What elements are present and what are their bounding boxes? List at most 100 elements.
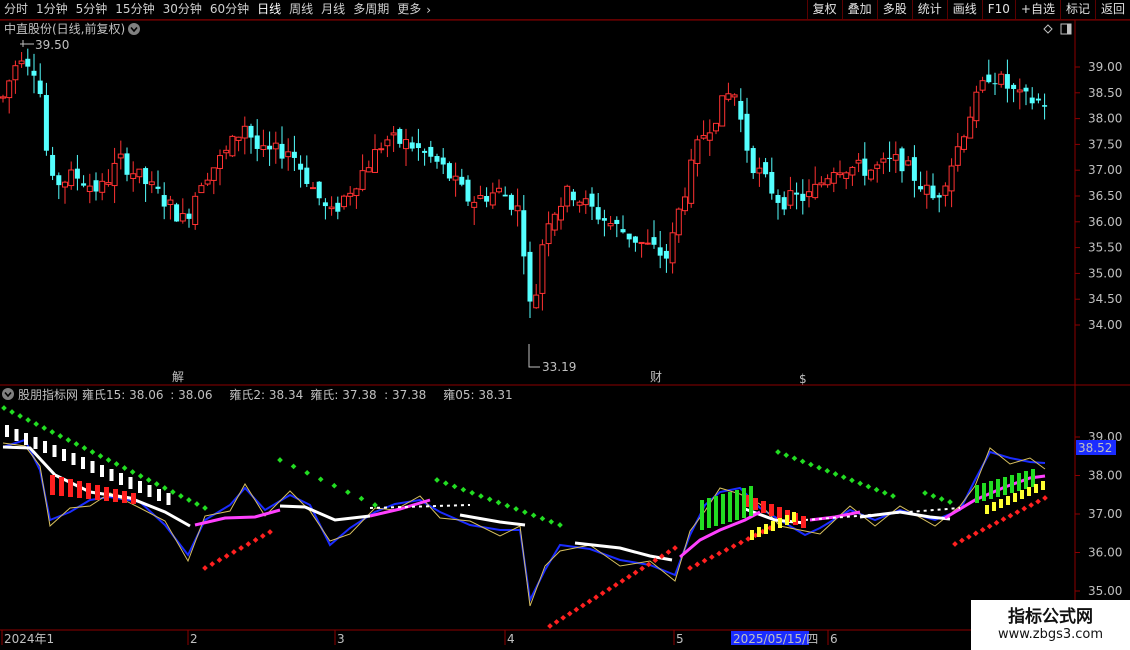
candle-body <box>601 218 607 221</box>
stock-title: 中直股份(日线,前复权) <box>4 21 125 36</box>
chevron-down-icon[interactable] <box>2 388 14 400</box>
white-bar <box>147 485 152 497</box>
low-annotation: 33.19 <box>528 344 576 374</box>
candle-body <box>750 148 756 174</box>
red-dot-trail <box>694 561 701 568</box>
green-dot-trail <box>539 515 546 522</box>
candle-body <box>892 154 899 161</box>
green-dot-trail <box>277 457 283 463</box>
green-dot-trail <box>304 470 310 476</box>
candle-body <box>446 163 452 179</box>
yellow-bar <box>985 505 989 514</box>
candle-body <box>179 213 186 222</box>
red-dot-trail <box>209 561 216 567</box>
candle-body <box>86 185 93 193</box>
red-dot-trail <box>566 610 573 617</box>
candle-body <box>117 153 124 159</box>
candle-body <box>713 122 719 132</box>
red-dot-trail <box>245 541 252 547</box>
price-tick-label: 38.00 <box>1088 112 1122 126</box>
green-dot-trail <box>186 497 192 503</box>
green-dot-trail <box>791 455 798 462</box>
green-dot-trail <box>9 409 15 415</box>
legend-item: 雍氏15: 38.06 <box>82 387 163 402</box>
red-dot-trail <box>606 586 613 592</box>
red-dot-trail <box>993 519 1000 526</box>
green-dot-trail <box>930 493 937 499</box>
chart-canvas[interactable]: 中直股份(日线,前复权) 39.0038.5038.0037.5037.0036… <box>0 0 1130 650</box>
candle-body <box>1042 105 1048 107</box>
red-bar <box>131 493 136 504</box>
red-bar <box>59 477 64 496</box>
green-dot-trail <box>434 477 440 483</box>
candle-body <box>223 149 230 154</box>
current-value: 38.52 <box>1078 441 1112 455</box>
candle-body <box>6 80 13 99</box>
candle-body <box>489 192 496 206</box>
price-tick-label: 34.00 <box>1088 318 1122 332</box>
candle-body <box>564 185 571 207</box>
diamond-icon[interactable] <box>1043 24 1053 34</box>
green-bar <box>1017 473 1021 491</box>
candle-body <box>241 125 248 139</box>
candle-body <box>310 187 316 190</box>
candle-body <box>763 162 769 175</box>
price-tick-label: 37.50 <box>1088 137 1122 151</box>
marker-financial[interactable]: 财 <box>650 370 662 384</box>
yellow-bar <box>785 515 789 525</box>
legend-item: 雍05: 38.31 <box>443 387 512 402</box>
white-bar <box>71 453 76 465</box>
red-dot-trail <box>1014 509 1021 515</box>
candle-body <box>669 232 676 264</box>
chevron-down-icon[interactable] <box>128 23 140 35</box>
candle-body <box>272 142 279 150</box>
green-dot-trail <box>504 502 511 509</box>
candle-body <box>595 207 601 220</box>
candle-body <box>210 167 217 181</box>
panel-toggle-icon[interactable] <box>1060 23 1072 35</box>
candle-body <box>192 195 199 226</box>
price-tick-label: 34.50 <box>1088 292 1122 306</box>
red-dot-trail <box>738 539 744 546</box>
red-dot-trail <box>986 523 993 530</box>
candle-body <box>800 193 806 201</box>
indicator-tick-label: 36.00 <box>1088 546 1122 560</box>
green-dot-trail <box>865 483 872 490</box>
green-dot-trail <box>33 421 39 427</box>
watermark-logo: 指标公式网 www.zbgs3.com <box>971 600 1130 650</box>
candle-body <box>397 129 403 144</box>
green-dot-trail <box>947 499 953 505</box>
candle-body <box>496 187 502 193</box>
indicator-tick-label: 37.00 <box>1088 507 1122 521</box>
marker-unlock[interactable]: 解 <box>172 370 184 384</box>
candle-body <box>706 132 713 141</box>
candle-body <box>967 116 974 139</box>
white-bar <box>43 441 47 453</box>
candle-body <box>471 201 478 208</box>
green-dot-trail <box>137 473 144 479</box>
white-bar <box>138 481 142 493</box>
candle-body <box>143 168 149 185</box>
candle-body <box>390 132 397 136</box>
green-dot-trail <box>89 449 96 455</box>
candle-body <box>874 164 881 169</box>
candle-body <box>459 176 465 185</box>
candle-body <box>279 143 285 159</box>
green-dot-trail <box>25 417 31 423</box>
red-bar <box>753 498 758 510</box>
green-bar <box>735 490 739 520</box>
candle-body <box>328 206 335 210</box>
green-bar <box>721 494 725 524</box>
candle-body <box>316 181 322 199</box>
candle-body <box>74 168 80 179</box>
candle-body <box>335 202 341 212</box>
red-dot-trail <box>966 534 972 540</box>
candle-body <box>99 180 106 193</box>
red-bar <box>761 501 766 513</box>
marker-dividend[interactable]: $ <box>799 372 807 386</box>
yellow-bar <box>1013 493 1017 502</box>
green-dot-trail <box>857 480 863 487</box>
red-dot-trail <box>223 553 230 559</box>
green-dot-trail <box>442 480 449 487</box>
green-dot-trail <box>495 499 502 506</box>
